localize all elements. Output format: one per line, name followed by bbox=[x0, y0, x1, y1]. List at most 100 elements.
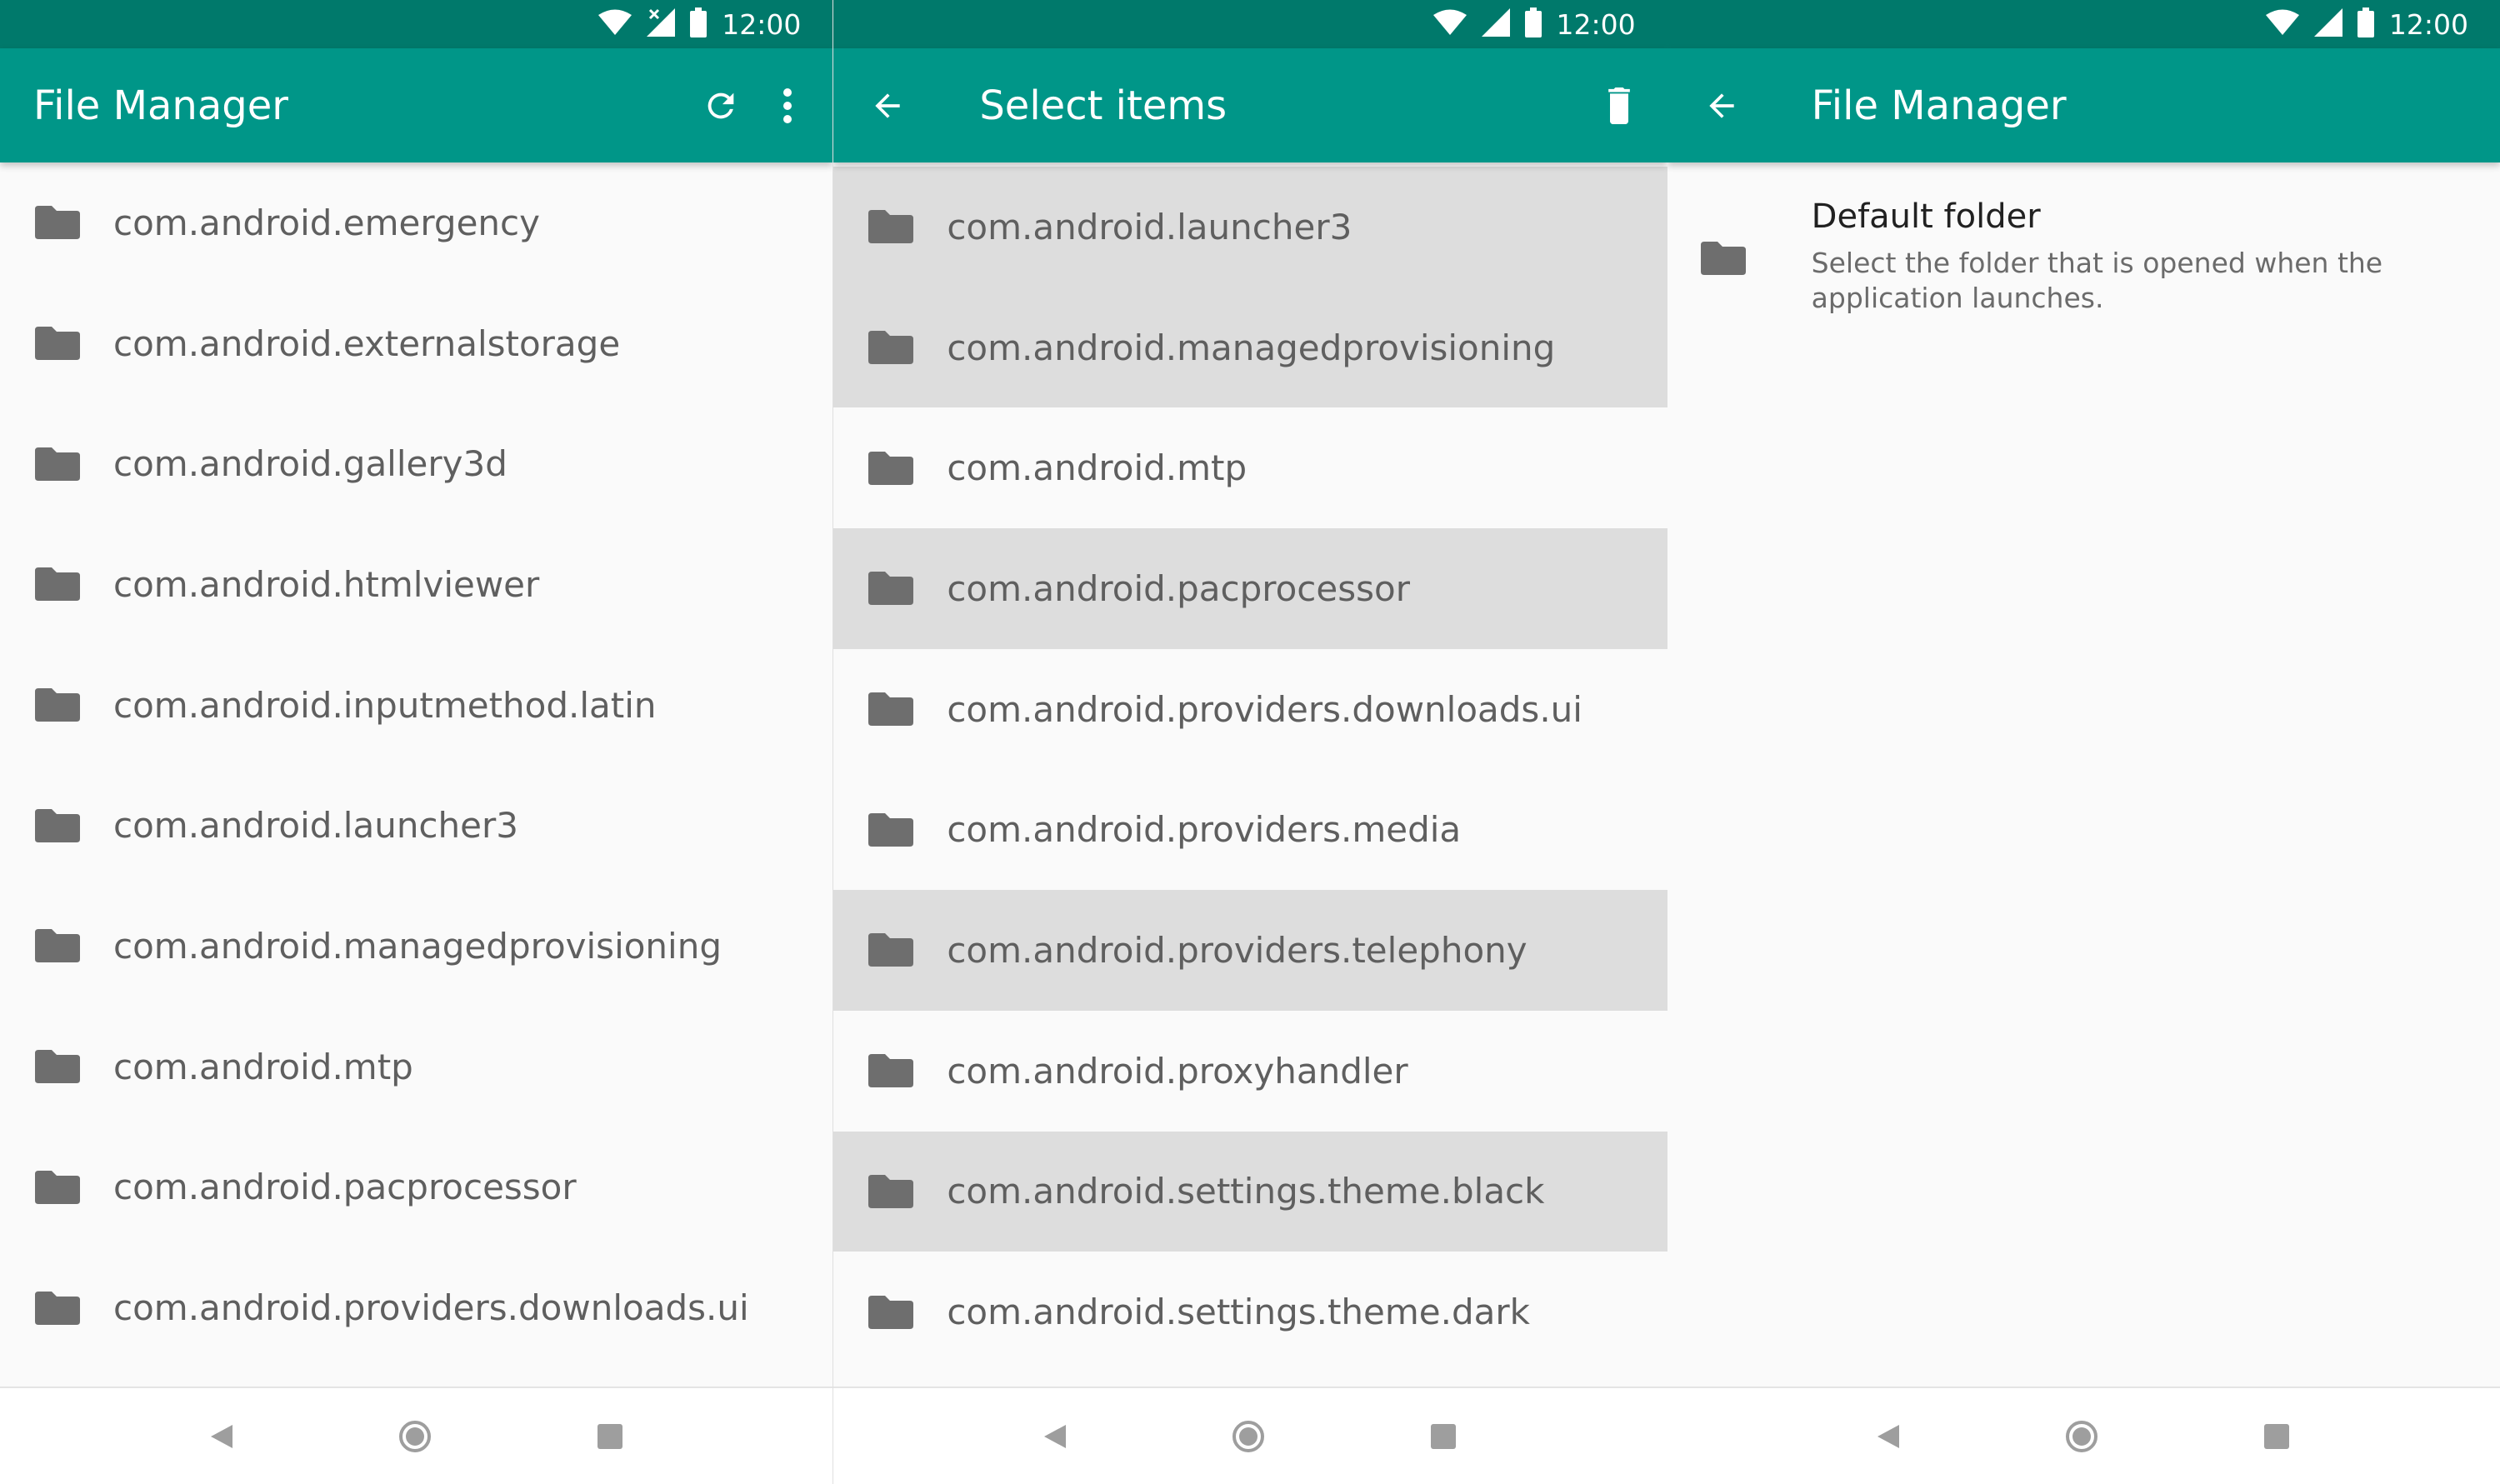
delete-icon bbox=[1608, 87, 1630, 124]
folder-name: com.android.inputmethod.latin bbox=[113, 684, 657, 726]
folder-icon bbox=[868, 1054, 914, 1088]
status-bar: 12:00 bbox=[0, 0, 833, 48]
nav-bar bbox=[0, 1387, 833, 1484]
page-title: File Manager bbox=[1811, 82, 2067, 129]
folder-name: com.android.launcher3 bbox=[947, 206, 1352, 247]
folder-icon bbox=[868, 331, 914, 365]
list-item[interactable]: com.android.providers.downloads.ui bbox=[833, 649, 1667, 770]
back-button[interactable] bbox=[854, 72, 921, 139]
list-item[interactable]: com.android.mtp bbox=[0, 1007, 832, 1127]
list-item[interactable]: com.android.providers.media bbox=[833, 769, 1667, 890]
wifi-icon bbox=[598, 9, 632, 39]
folder-icon bbox=[868, 692, 914, 727]
nav-recents-icon[interactable] bbox=[2264, 1423, 2290, 1449]
delete-button[interactable] bbox=[1586, 72, 1652, 139]
nav-home-icon[interactable] bbox=[1232, 1420, 1265, 1452]
folder-icon bbox=[868, 572, 914, 606]
folder-icon bbox=[35, 929, 80, 963]
folder-name: com.android.launcher3 bbox=[113, 805, 518, 847]
folder-name: com.android.mtp bbox=[113, 1046, 413, 1087]
app-bar: File Manager bbox=[1667, 48, 2500, 162]
nav-home-icon[interactable] bbox=[2066, 1420, 2098, 1452]
default-folder-preference[interactable]: Default folder Select the folder that is… bbox=[1668, 162, 2500, 329]
status-bar: 12:00 bbox=[833, 0, 1668, 48]
status-bar: 12:00 bbox=[1667, 0, 2500, 48]
status-time: 12:00 bbox=[2388, 7, 2468, 41]
status-time: 12:00 bbox=[722, 7, 802, 41]
list-item[interactable]: com.android.proxyhandler bbox=[833, 1011, 1667, 1132]
list-item[interactable]: com.android.launcher3 bbox=[0, 765, 832, 886]
folder-icon bbox=[35, 327, 80, 361]
signal-icon bbox=[1481, 8, 1510, 40]
screen-settings: 12:00 File Manager Default folder Select… bbox=[1667, 0, 2500, 1484]
folder-name: com.android.providers.telephony bbox=[947, 929, 1528, 971]
folder-list: com.android.emergency com.android.externa… bbox=[0, 162, 832, 1368]
list-item[interactable]: com.android.launcher3 bbox=[833, 167, 1668, 287]
nav-bar bbox=[1667, 1387, 2500, 1484]
list-item[interactable]: com.android.gallery3d bbox=[0, 403, 832, 524]
back-button[interactable] bbox=[1688, 72, 1755, 139]
refresh-button[interactable] bbox=[688, 72, 754, 139]
nav-recents-icon[interactable] bbox=[1431, 1423, 1457, 1449]
preference-summary: Select the folder that is opened when th… bbox=[1811, 247, 2383, 314]
nav-back-icon[interactable] bbox=[210, 1424, 232, 1448]
app-bar: Select items bbox=[833, 48, 1668, 162]
battery-icon bbox=[1524, 7, 1542, 41]
list-item[interactable]: com.android.settings.theme.dark bbox=[833, 1252, 1667, 1372]
folder-icon bbox=[35, 688, 80, 722]
page-title: Select items bbox=[979, 82, 1228, 129]
list-item[interactable]: com.android.settings.theme.black bbox=[833, 1131, 1668, 1252]
battery-icon bbox=[2357, 7, 2374, 41]
folder-icon bbox=[35, 567, 80, 602]
list-item[interactable]: com.android.inputmethod.latin bbox=[0, 645, 832, 766]
nav-back-icon[interactable] bbox=[1044, 1424, 1067, 1448]
back-arrow-icon bbox=[875, 92, 900, 118]
folder-name: com.android.settings.theme.dark bbox=[947, 1292, 1530, 1333]
list-item[interactable]: com.android.htmlviewer bbox=[0, 524, 832, 645]
nav-home-icon[interactable] bbox=[398, 1420, 431, 1452]
folder-name: com.android.pacprocessor bbox=[113, 1167, 577, 1208]
folder-name: com.android.managedprovisioning bbox=[947, 327, 1556, 368]
list-item[interactable]: com.android.providers.telephony bbox=[833, 890, 1668, 1011]
folder-name: com.android.mtp bbox=[947, 447, 1248, 489]
folder-icon bbox=[35, 1170, 80, 1204]
back-arrow-icon bbox=[1708, 92, 1734, 118]
folder-icon bbox=[868, 1295, 914, 1329]
list-item[interactable]: com.android.mtp bbox=[833, 407, 1667, 528]
refresh-icon bbox=[708, 92, 734, 118]
wifi-icon bbox=[2265, 9, 2299, 39]
folder-name: com.android.externalstorage bbox=[113, 322, 621, 364]
nav-bar bbox=[833, 1387, 1668, 1484]
folder-name: com.android.providers.downloads.ui bbox=[113, 1287, 749, 1329]
nav-recents-icon[interactable] bbox=[597, 1423, 622, 1449]
more-vert-icon bbox=[783, 87, 792, 123]
folder-icon bbox=[868, 1174, 914, 1208]
more-options-button[interactable] bbox=[754, 72, 821, 139]
folder-icon bbox=[868, 933, 914, 967]
signal-icon bbox=[647, 8, 676, 40]
folder-icon bbox=[35, 808, 80, 842]
app-bar: File Manager bbox=[0, 48, 833, 162]
list-item[interactable]: com.android.managedprovisioning bbox=[833, 287, 1668, 408]
list-item[interactable]: com.android.pacprocessor bbox=[0, 1127, 832, 1248]
folder-name: com.android.emergency bbox=[113, 202, 540, 243]
battery-icon bbox=[690, 7, 708, 41]
wifi-icon bbox=[1432, 9, 1467, 39]
folder-name: com.android.providers.media bbox=[947, 809, 1462, 851]
list-item[interactable]: com.android.pacprocessor bbox=[833, 528, 1668, 649]
list-item[interactable]: com.android.emergency bbox=[0, 162, 832, 283]
screen-file-list: 12:00 File Manager com.android.emergency… bbox=[0, 0, 833, 1484]
folder-icon bbox=[868, 451, 914, 485]
folder-name: com.android.proxyhandler bbox=[947, 1050, 1408, 1092]
screen-select-items: 12:00 Select items com.android.launcher3… bbox=[833, 0, 1668, 1484]
list-item[interactable]: com.android.externalstorage bbox=[0, 283, 832, 404]
folder-icon bbox=[868, 210, 914, 244]
list-item[interactable]: com.android.managedprovisioning bbox=[0, 886, 832, 1007]
list-item[interactable]: com.android.providers.downloads.ui bbox=[0, 1247, 832, 1368]
folder-name: com.android.pacprocessor bbox=[947, 567, 1410, 609]
folder-name: com.android.settings.theme.black bbox=[947, 1171, 1545, 1212]
folder-name: com.android.managedprovisioning bbox=[113, 925, 722, 967]
nav-back-icon[interactable] bbox=[1878, 1424, 1900, 1448]
preference-title: Default folder bbox=[1811, 197, 2041, 236]
folder-name: com.android.htmlviewer bbox=[113, 563, 540, 605]
